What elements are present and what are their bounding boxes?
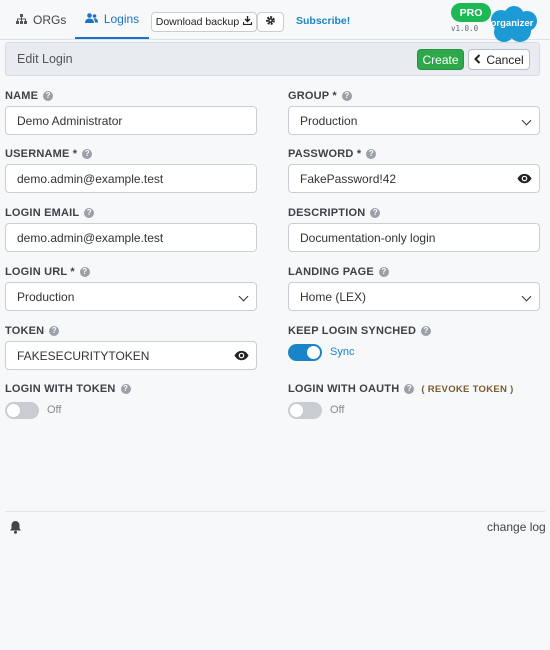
name-input[interactable]: Demo Administrator bbox=[5, 106, 257, 135]
help-icon[interactable]: ? bbox=[370, 208, 381, 218]
help-icon[interactable]: ? bbox=[366, 149, 377, 159]
login-email-input[interactable]: demo.admin@example.test bbox=[5, 223, 257, 252]
group-label: GROUP *? bbox=[288, 90, 352, 102]
help-icon[interactable]: ? bbox=[43, 91, 54, 101]
username-input[interactable]: demo.admin@example.test bbox=[5, 164, 257, 193]
users-icon bbox=[84, 12, 98, 26]
help-icon[interactable]: ? bbox=[79, 267, 90, 277]
tab-logins[interactable]: Logins bbox=[75, 0, 149, 39]
help-icon[interactable]: ? bbox=[49, 326, 60, 336]
login-url-label: LOGIN URL *? bbox=[5, 266, 90, 278]
tab-orgs[interactable]: ORGs bbox=[16, 0, 66, 39]
password-input[interactable]: FakePassword!42 bbox=[288, 164, 540, 193]
eye-icon[interactable] bbox=[517, 173, 532, 187]
toggle-knob bbox=[307, 346, 320, 359]
settings-button[interactable] bbox=[257, 12, 284, 32]
create-button[interactable]: Create bbox=[417, 49, 464, 70]
edit-login-header: Edit Login Create Cancel bbox=[5, 42, 540, 76]
keep-synched-label: KEEP LOGIN SYNCHED? bbox=[288, 325, 432, 337]
page-title: Edit Login bbox=[17, 52, 73, 66]
help-icon[interactable]: ? bbox=[378, 267, 389, 277]
eye-icon[interactable] bbox=[234, 350, 249, 364]
help-icon[interactable]: ? bbox=[421, 326, 432, 336]
login-with-oauth-label: LOGIN WITH OAUTH? ( REVOKE TOKEN ) bbox=[288, 383, 514, 395]
description-label: DESCRIPTION? bbox=[288, 207, 381, 219]
password-label: PASSWORD *? bbox=[288, 148, 377, 160]
login-with-oauth-toggle[interactable] bbox=[288, 402, 322, 419]
tab-orgs-label: ORGs bbox=[33, 12, 67, 27]
sitemap-icon bbox=[16, 13, 27, 27]
changelog-link[interactable]: change log bbox=[487, 520, 546, 534]
top-nav: ORGs Logins Download backup Subscribe! P… bbox=[0, 0, 550, 42]
download-backup-label: Download backup bbox=[155, 16, 240, 28]
gear-icon bbox=[265, 13, 276, 31]
version-label: v1.0.0 bbox=[451, 24, 479, 33]
group-select[interactable]: Production bbox=[288, 106, 540, 135]
help-icon[interactable]: ? bbox=[82, 149, 93, 159]
footer-divider bbox=[5, 511, 545, 512]
cancel-button[interactable]: Cancel bbox=[468, 49, 530, 70]
cancel-label: Cancel bbox=[486, 52, 524, 67]
login-with-token-state: Off bbox=[47, 404, 62, 416]
logo-text: organizer bbox=[490, 18, 534, 29]
token-input[interactable]: FAKESECURITYTOKEN bbox=[5, 341, 257, 370]
toggle-knob bbox=[290, 404, 303, 417]
bell-icon[interactable] bbox=[9, 520, 22, 539]
download-backup-button[interactable]: Download backup bbox=[151, 12, 257, 32]
help-icon[interactable]: ? bbox=[404, 384, 415, 394]
toggle-knob bbox=[7, 404, 20, 417]
login-with-token-toggle[interactable] bbox=[5, 402, 39, 419]
description-input[interactable]: Documentation-only login bbox=[288, 223, 540, 252]
help-icon[interactable]: ? bbox=[84, 208, 95, 218]
username-label: USERNAME *? bbox=[5, 148, 93, 160]
revoke-token-link[interactable]: ( REVOKE TOKEN ) bbox=[421, 384, 513, 395]
download-icon bbox=[243, 16, 253, 28]
subscribe-link[interactable]: Subscribe! bbox=[296, 15, 350, 27]
login-with-oauth-state: Off bbox=[330, 404, 345, 416]
landing-page-select[interactable]: Home (LEX) bbox=[288, 282, 540, 311]
chevron-left-icon bbox=[474, 53, 481, 67]
login-url-select[interactable]: Production bbox=[5, 282, 257, 311]
tab-logins-label: Logins bbox=[103, 11, 140, 26]
pro-badge: PRO bbox=[451, 3, 491, 22]
login-email-label: LOGIN EMAIL? bbox=[5, 207, 95, 219]
keep-synched-toggle[interactable] bbox=[288, 344, 322, 361]
token-label: TOKEN? bbox=[5, 325, 60, 337]
help-icon[interactable]: ? bbox=[120, 384, 131, 394]
help-icon[interactable]: ? bbox=[341, 91, 352, 101]
landing-page-label: LANDING PAGE? bbox=[288, 266, 389, 278]
name-label: NAME? bbox=[5, 90, 54, 102]
keep-synched-state: Sync bbox=[330, 346, 355, 358]
login-with-token-label: LOGIN WITH TOKEN? bbox=[5, 383, 131, 395]
